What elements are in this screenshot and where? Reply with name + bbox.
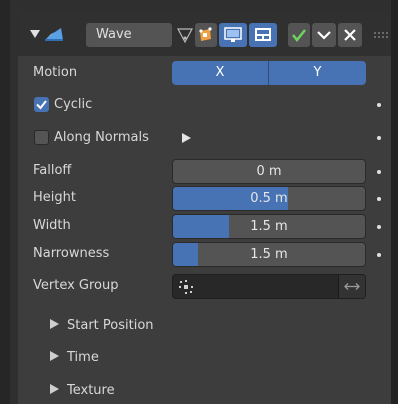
edit-mode-icon: [199, 27, 212, 41]
modifier-name-field[interactable]: Wave: [86, 23, 172, 47]
cyclic-keyframe-dot[interactable]: [377, 103, 381, 107]
width-keyframe-dot[interactable]: [377, 225, 381, 229]
collapse-arrow-icon[interactable]: [29, 28, 41, 40]
falloff-label: Falloff: [33, 163, 72, 178]
vertex-group-icon: [179, 280, 193, 294]
narrowness-keyframe-dot[interactable]: [377, 253, 381, 257]
invert-arrows-icon: [344, 283, 360, 290]
subpanel-label: Time: [67, 350, 99, 365]
render-icon: [255, 28, 271, 41]
motion-y-toggle[interactable]: Y: [269, 61, 366, 85]
wave-modifier-icon: [45, 28, 63, 41]
expand-arrow-icon: [50, 319, 59, 329]
motion-x-toggle[interactable]: X: [172, 61, 268, 85]
render-button[interactable]: [249, 23, 277, 47]
expand-arrow-icon: [50, 351, 59, 361]
checkmark-icon: [36, 100, 47, 110]
vertex-group-field[interactable]: [172, 274, 366, 299]
subpanel-label: Start Position: [67, 318, 154, 333]
along-normals-checkbox[interactable]: [34, 130, 49, 145]
subpanel-texture[interactable]: Texture: [50, 381, 115, 401]
remove-x-icon: [344, 29, 356, 41]
width-label: Width: [33, 218, 71, 233]
edit-mode-button[interactable]: [195, 23, 217, 47]
narrowness-label: Narrowness: [33, 246, 110, 261]
motion-y-label: Y: [313, 65, 322, 80]
motion-label: Motion: [33, 65, 78, 80]
vertex-filter-icon[interactable]: [175, 25, 195, 45]
falloff-value: 0 m: [256, 164, 282, 179]
cyclic-checkbox[interactable]: [34, 97, 49, 112]
along-normals-label: Along Normals: [54, 130, 149, 145]
realtime-display-button[interactable]: [219, 23, 247, 47]
vertex-group-label: Vertex Group: [33, 278, 119, 293]
along-normals-keyframe-dot[interactable]: [377, 136, 381, 140]
height-value: 0.5 m: [250, 191, 288, 206]
cyclic-label: Cyclic: [54, 97, 93, 112]
invert-vertex-group-button[interactable]: [339, 275, 365, 298]
drag-grip-icon[interactable]: [373, 30, 389, 40]
expand-arrow-icon: [50, 384, 59, 394]
modifier-name-text: Wave: [96, 27, 132, 42]
narrowness-slider[interactable]: 1.5 m: [172, 242, 366, 267]
apply-check-icon: [292, 29, 306, 43]
height-slider[interactable]: 0.5 m: [172, 186, 366, 211]
narrowness-value: 1.5 m: [250, 247, 288, 262]
subpanel-label: Texture: [67, 383, 115, 398]
motion-x-label: X: [215, 65, 225, 80]
extras-dropdown-button[interactable]: [312, 23, 336, 47]
outer-right-edge: [391, 0, 398, 404]
remove-button[interactable]: [338, 23, 362, 47]
realtime-display-icon: [224, 27, 242, 42]
height-keyframe-dot[interactable]: [377, 197, 381, 201]
width-value: 1.5 m: [250, 219, 288, 234]
width-slider[interactable]: 1.5 m: [172, 214, 366, 239]
subpanel-time[interactable]: Time: [50, 348, 99, 368]
falloff-keyframe-dot[interactable]: [377, 170, 381, 174]
expand-arrow-icon[interactable]: [180, 132, 192, 144]
outer-left-edge: [0, 0, 10, 404]
height-label: Height: [33, 190, 76, 205]
dropdown-chevron-icon: [317, 31, 331, 40]
apply-button[interactable]: [288, 23, 310, 47]
subpanel-start-position[interactable]: Start Position: [50, 316, 154, 336]
falloff-slider[interactable]: 0 m: [172, 159, 366, 184]
